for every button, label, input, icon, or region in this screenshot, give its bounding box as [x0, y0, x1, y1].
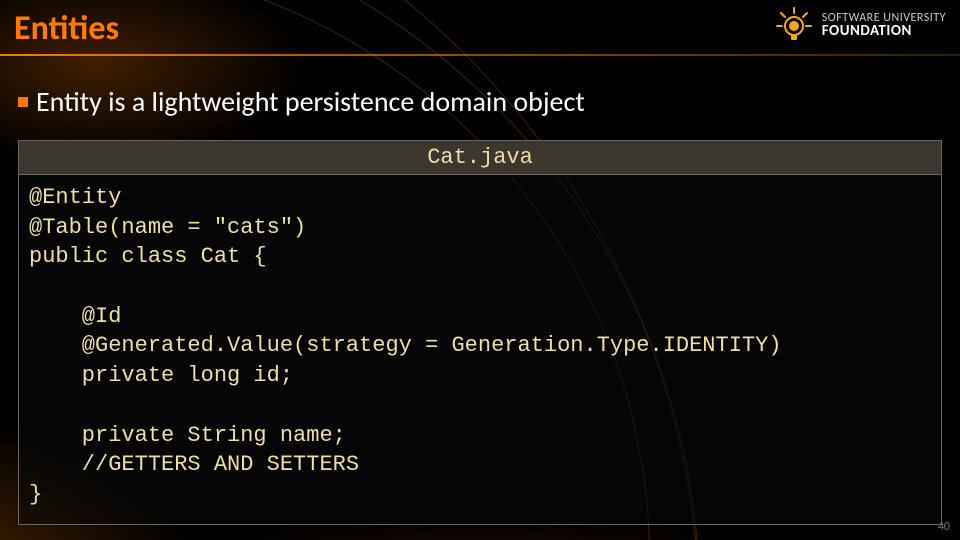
page-number: 40 [938, 520, 950, 534]
title-underline [0, 54, 960, 56]
bullet-icon [18, 97, 28, 107]
brand-text: SOFTWARE UNIVERSITY FOUNDATION [822, 12, 946, 40]
code-body: @Entity @Table(name = "cats") public cla… [19, 175, 941, 524]
brand-logo: SOFTWARE UNIVERSITY FOUNDATION [774, 6, 946, 46]
code-box: Cat.java @Entity @Table(name = "cats") p… [18, 140, 942, 525]
lightbulb-icon [774, 6, 814, 46]
slide-title: Entities [14, 8, 119, 49]
bullet-text: Entity is a lightweight persistence doma… [36, 84, 585, 119]
bullet-item: Entity is a lightweight persistence doma… [18, 84, 585, 119]
brand-line2: FOUNDATION [822, 24, 946, 40]
code-filename: Cat.java [19, 141, 941, 175]
